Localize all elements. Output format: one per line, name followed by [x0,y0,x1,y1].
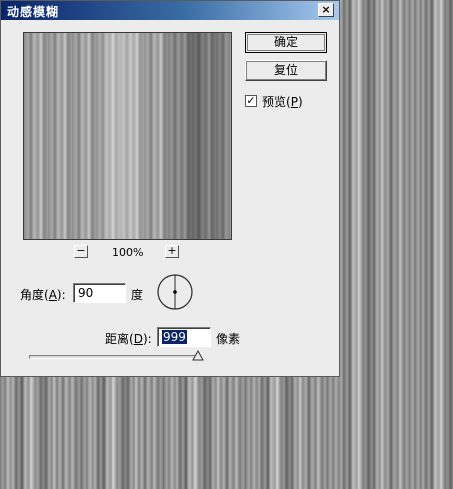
angle-input[interactable]: 90 [73,283,126,303]
close-icon: × [321,3,331,16]
reset-button[interactable]: 复位 [245,60,327,81]
title-bar[interactable]: 动感模糊 × [1,1,339,20]
preview-checkbox[interactable]: ✓ [245,95,257,107]
plus-icon: + [167,244,177,257]
dialog-title: 动感模糊 [7,5,60,19]
angle-dial-center [173,290,177,294]
checkmark-icon: ✓ [246,94,256,107]
zoom-out-button[interactable]: − [74,245,88,258]
angle-label: 角度(A): [20,288,66,302]
ok-button[interactable]: 确定 [245,32,327,53]
zoom-level: 100% [112,246,144,259]
distance-label: 距离(D): [105,332,152,346]
motion-blur-dialog: 动感模糊 × − 100% + 确定 复位 ✓ 预览(P) 角度(A): 90 … [0,0,340,377]
zoom-in-button[interactable]: + [165,245,179,258]
distance-input[interactable]: 999 [157,327,211,347]
close-button[interactable]: × [318,3,334,17]
preview-canvas[interactable] [23,32,232,240]
distance-value-selected: 999 [162,330,187,344]
distance-unit: 像素 [216,332,241,346]
angle-dial[interactable] [156,273,194,311]
distance-slider-track[interactable] [29,355,201,359]
distance-slider-thumb[interactable] [192,350,204,362]
preview-checkbox-label[interactable]: 预览(P) [262,93,303,110]
angle-unit: 度 [131,288,144,302]
minus-icon: − [76,244,86,257]
